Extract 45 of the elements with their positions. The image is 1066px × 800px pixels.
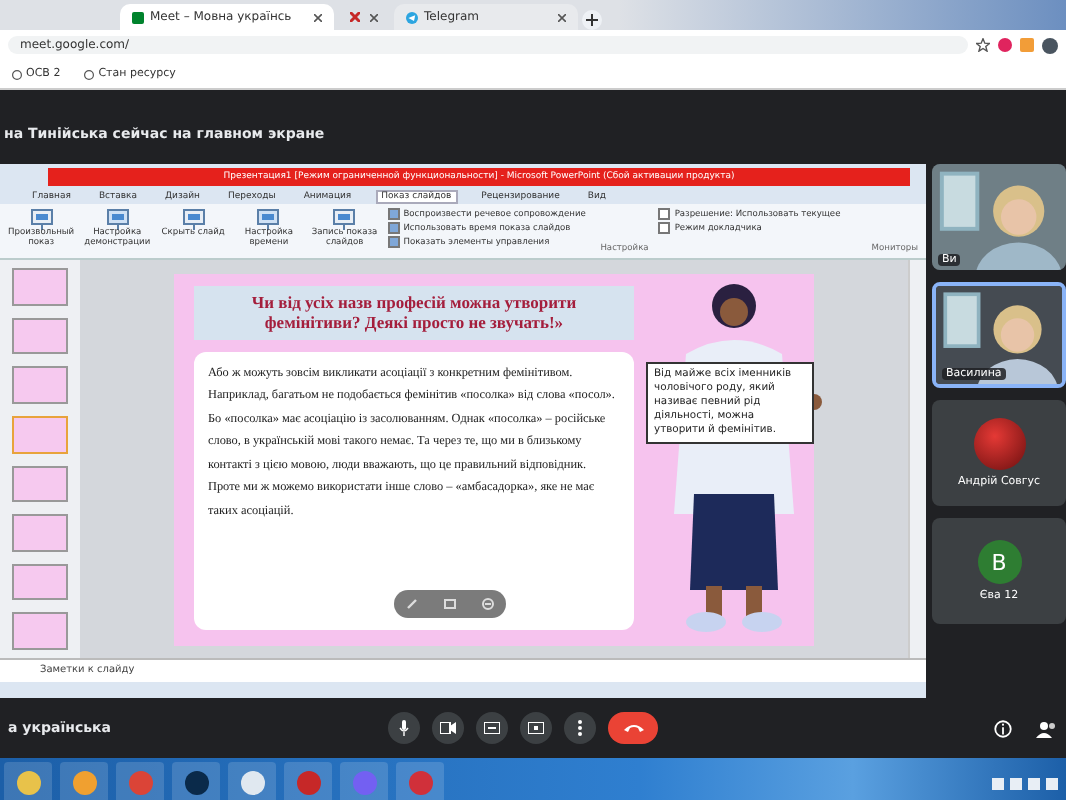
close-icon[interactable] — [370, 13, 378, 21]
slides-icon[interactable] — [443, 597, 456, 609]
avatar-initial: В — [977, 540, 1021, 584]
slide-thumbnail[interactable] — [12, 563, 68, 601]
new-tab-icon[interactable] — [582, 10, 602, 30]
slide-thumbnail[interactable] — [12, 415, 68, 453]
present-button[interactable] — [520, 712, 552, 744]
microphone-button[interactable] — [388, 712, 420, 744]
slide-thumbnail[interactable] — [12, 465, 68, 503]
slideshow-icon — [105, 208, 130, 230]
camera-button[interactable] — [432, 712, 464, 744]
microphone-icon — [398, 720, 410, 736]
close-icon[interactable] — [558, 13, 566, 21]
slide-thumbnail[interactable] — [12, 366, 68, 404]
more-button[interactable] — [564, 712, 596, 744]
avatar — [973, 418, 1025, 470]
info-icon[interactable] — [994, 719, 1012, 737]
checkbox[interactable] — [387, 236, 400, 248]
paper-plane-icon — [406, 11, 418, 23]
checkbox[interactable] — [658, 222, 671, 234]
profile-icon[interactable] — [1042, 37, 1058, 53]
scrollbar[interactable] — [908, 260, 926, 658]
captions-icon — [484, 722, 500, 734]
slide-title: Чи від усіх назв професій можна утворити фемінітиви? Деякі просто не звучать!» — [194, 285, 634, 340]
checkbox[interactable] — [658, 208, 671, 220]
end-call-button[interactable] — [608, 712, 658, 744]
captions-button[interactable] — [476, 712, 508, 744]
slide-thumbnail[interactable] — [12, 612, 68, 650]
phone-icon — [623, 724, 643, 732]
checkbox[interactable] — [387, 222, 400, 234]
camera-icon — [440, 722, 456, 734]
checkbox[interactable] — [387, 208, 400, 220]
slideshow-icon — [256, 208, 281, 230]
meet-icon — [132, 11, 144, 23]
close-icon — [350, 12, 360, 22]
people-icon[interactable] — [1036, 719, 1058, 737]
star-icon[interactable] — [976, 38, 990, 52]
zoom-out-icon[interactable] — [481, 597, 494, 609]
slide-thumbnail[interactable] — [12, 514, 68, 552]
slide-thumbnail[interactable] — [12, 317, 68, 355]
close-icon[interactable] — [314, 13, 322, 21]
slide-thumbnail[interactable] — [12, 268, 68, 306]
slideshow-toolbar[interactable] — [394, 589, 506, 617]
pen-icon[interactable] — [406, 597, 419, 609]
present-screen-icon — [528, 722, 544, 734]
